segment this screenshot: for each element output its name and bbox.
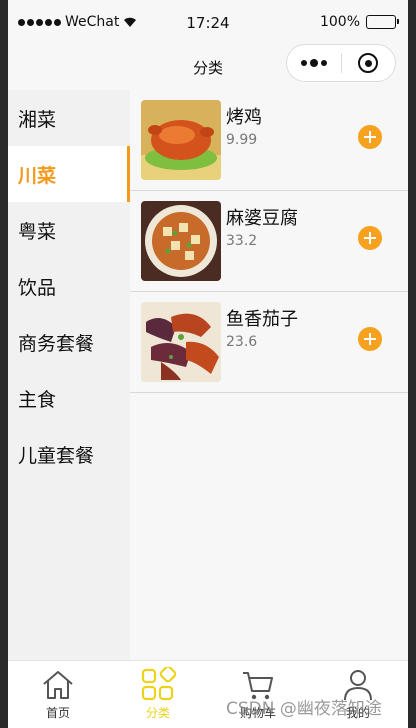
list-item[interactable]: 鱼香茄子 23.6 — [130, 292, 408, 393]
list-item[interactable]: 麻婆豆腐 33.2 — [130, 191, 408, 292]
target-close-icon — [358, 53, 379, 73]
sidebar-item-label: 川菜 — [18, 164, 57, 187]
sidebar-item-label: 湘菜 — [18, 108, 57, 131]
sidebar-item-business-set[interactable]: 商务套餐 — [8, 314, 130, 370]
tab-label: 分类 — [145, 706, 170, 720]
category-grid-icon — [141, 667, 176, 701]
dish-name: 鱼香茄子 — [226, 309, 298, 330]
device-frame-left — [0, 0, 8, 728]
category-sidebar: 湘菜 川菜 粤菜 饮品 商务套餐 主食 儿童套餐 — [8, 90, 130, 660]
sidebar-item-xiangcai[interactable]: 湘菜 — [8, 90, 130, 146]
dish-price: 33.2 — [226, 233, 258, 249]
list-item[interactable]: 烤鸡 9.99 — [130, 90, 408, 191]
sidebar-item-staple[interactable]: 主食 — [8, 370, 130, 426]
dish-price: 9.99 — [226, 132, 258, 148]
add-to-cart-button[interactable] — [358, 226, 382, 250]
tab-home[interactable]: 首页 — [8, 661, 108, 728]
mapo-tofu-image — [141, 201, 221, 281]
home-icon — [43, 671, 73, 699]
dish-name: 烤鸡 — [226, 107, 262, 128]
status-bar: WeChat 17:24 100% — [8, 0, 408, 44]
battery-icon — [366, 15, 399, 29]
fish-flavored-eggplant-image — [141, 302, 221, 382]
device-frame-right — [408, 0, 416, 728]
battery-percent: 100% — [319, 14, 360, 30]
sidebar-item-label: 商务套餐 — [18, 332, 95, 355]
sidebar-item-label: 饮品 — [18, 276, 57, 299]
phone-screen: WeChat 17:24 100% 分类 湘菜 川菜 粤菜 饮品 商务套餐 主食… — [8, 0, 408, 728]
status-right: 100% — [319, 14, 399, 30]
dish-list: 烤鸡 9.99 麻婆豆腐 33.2 鱼香茄子 23.6 — [130, 90, 408, 660]
sidebar-item-label: 粤菜 — [18, 220, 57, 243]
nav-bar: 分类 — [8, 44, 408, 90]
sidebar-item-chuancai[interactable]: 川菜 — [8, 146, 130, 202]
close-button[interactable] — [342, 53, 396, 73]
add-to-cart-button[interactable] — [358, 327, 382, 351]
dish-name: 麻婆豆腐 — [226, 208, 298, 229]
add-to-cart-button[interactable] — [358, 125, 382, 149]
sidebar-item-kids-set[interactable]: 儿童套餐 — [8, 426, 130, 482]
tab-label: 首页 — [45, 706, 70, 720]
sidebar-item-yuecai[interactable]: 粤菜 — [8, 202, 130, 258]
watermark: CSDN @幽夜落知途 — [226, 699, 382, 719]
dish-price: 23.6 — [226, 334, 258, 350]
mini-program-capsule — [286, 44, 396, 82]
tab-category[interactable]: 分类 — [108, 661, 208, 728]
roast-chicken-image — [141, 100, 221, 180]
more-dots-icon[interactable] — [287, 59, 341, 67]
sidebar-item-label: 主食 — [18, 388, 57, 411]
sidebar-item-drinks[interactable]: 饮品 — [8, 258, 130, 314]
sidebar-item-label: 儿童套餐 — [18, 444, 95, 467]
